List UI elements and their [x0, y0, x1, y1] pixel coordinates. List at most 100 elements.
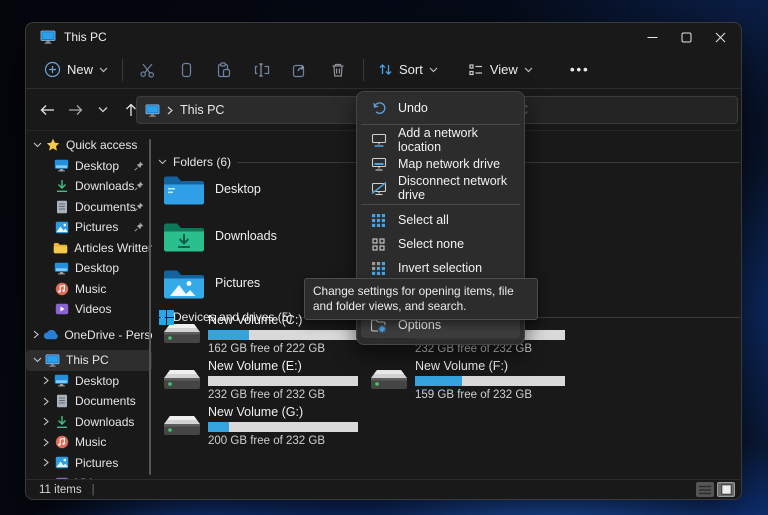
music-icon	[53, 281, 70, 297]
titlebar[interactable]: This PC	[26, 23, 741, 51]
sidebar-item-pictures[interactable]: Pictures	[26, 217, 152, 238]
sidebar-item-pc-music[interactable]: Music	[26, 432, 152, 453]
this-pc-icon	[145, 104, 160, 117]
sidebar-item-pc-pictures[interactable]: Pictures	[26, 453, 152, 474]
menu-item-undo[interactable]: Undo	[361, 96, 520, 120]
plus-circle-icon	[44, 61, 61, 78]
folder-tile-downloads[interactable]: Downloads	[161, 218, 351, 262]
maximize-button[interactable]	[669, 23, 703, 51]
window-title: This PC	[64, 30, 107, 44]
download-icon	[53, 414, 70, 430]
drive-icon	[368, 363, 410, 397]
rename-icon	[253, 61, 271, 79]
menu-item-disconnect-network-drive[interactable]: Disconnect network drive	[361, 176, 520, 200]
desktop-folder-icon	[161, 171, 207, 209]
network-disconnect-icon	[370, 181, 387, 196]
new-button-label: New	[67, 62, 93, 77]
back-button[interactable]	[34, 97, 60, 123]
details-view-button[interactable]	[696, 482, 714, 497]
star-icon	[44, 137, 61, 153]
downloads-folder-icon	[161, 218, 207, 256]
large-icons-view-button[interactable]	[717, 482, 735, 497]
drive-tile-g[interactable]: New Volume (G:) 200 GB free of 232 GB	[161, 405, 361, 449]
pin-icon	[134, 161, 144, 171]
rename-button[interactable]	[245, 55, 279, 85]
folder-tile-desktop[interactable]: Desktop	[161, 171, 351, 215]
menu-item-invert-selection[interactable]: Invert selection	[361, 256, 520, 280]
forward-button[interactable]	[62, 97, 88, 123]
command-bar: New Sort View •••	[26, 51, 741, 89]
drive-icon	[161, 409, 203, 443]
chevron-right-icon	[39, 458, 53, 467]
new-button[interactable]: New	[36, 55, 116, 85]
desktop-icon	[53, 260, 70, 276]
sort-button-label: Sort	[399, 62, 423, 77]
invert-selection-icon	[370, 261, 387, 276]
capacity-bar	[208, 422, 358, 432]
menu-item-map-network-drive[interactable]: Map network drive	[361, 152, 520, 176]
share-icon	[291, 61, 309, 79]
status-bar: 11 items |	[26, 479, 741, 499]
copy-icon	[177, 61, 195, 79]
chevron-right-icon	[39, 376, 53, 385]
chevron-right-icon	[30, 330, 42, 339]
sort-button[interactable]: Sort	[370, 55, 446, 85]
menu-separator	[357, 120, 524, 128]
folder-icon	[52, 240, 69, 256]
sidebar-item-desktop-2[interactable]: Desktop	[26, 258, 152, 279]
toolbar-separator	[363, 59, 364, 81]
sidebar-scrollbar[interactable]	[149, 139, 151, 475]
menu-separator	[357, 200, 524, 208]
minimize-button[interactable]	[635, 23, 669, 51]
sidebar-item-music[interactable]: Music	[26, 279, 152, 300]
copy-button[interactable]	[169, 55, 203, 85]
menu-item-select-all[interactable]: Select all	[361, 208, 520, 232]
sidebar-item-pc-desktop[interactable]: Desktop	[26, 371, 152, 392]
close-button[interactable]	[703, 23, 737, 51]
item-count: 11 items	[39, 484, 82, 496]
navigation-pane: Quick access Desktop Downloads Documents…	[26, 135, 152, 479]
chevron-down-icon	[99, 67, 108, 73]
delete-button[interactable]	[321, 55, 355, 85]
sidebar-item-videos[interactable]: Videos	[26, 299, 152, 320]
sidebar-item-downloads[interactable]: Downloads	[26, 176, 152, 197]
drive-tile-f[interactable]: New Volume (F:) 159 GB free of 232 GB	[368, 359, 568, 403]
menu-item-add-network-location[interactable]: Add a network location	[361, 128, 520, 152]
sidebar-item-pc-documents[interactable]: Documents	[26, 391, 152, 412]
sidebar-item-this-pc[interactable]: This PC	[26, 350, 152, 371]
windows-logo-icon	[159, 310, 174, 325]
menu-item-select-none[interactable]: Select none	[361, 232, 520, 256]
sidebar-item-onedrive[interactable]: OneDrive - Person	[26, 325, 152, 346]
recent-locations-button[interactable]	[90, 97, 116, 123]
ellipsis-icon: •••	[570, 62, 590, 77]
chevron-down-icon	[429, 67, 438, 73]
sidebar-item-documents[interactable]: Documents	[26, 197, 152, 218]
status-divider: |	[92, 484, 95, 496]
network-add-icon	[370, 133, 387, 148]
chevron-right-icon	[39, 438, 53, 447]
drive-tile-e[interactable]: New Volume (E:) 232 GB free of 232 GB	[161, 359, 361, 403]
scissors-icon	[139, 61, 157, 79]
share-button[interactable]	[283, 55, 317, 85]
document-icon	[53, 199, 70, 215]
picture-icon	[53, 455, 70, 471]
document-icon	[53, 393, 70, 409]
file-explorer-window: This PC New Sort View •••	[25, 22, 742, 500]
clipboard-icon	[215, 61, 233, 79]
view-button[interactable]: View	[460, 55, 541, 85]
pin-icon	[134, 181, 144, 191]
cloud-icon	[42, 327, 59, 343]
view-button-label: View	[490, 62, 518, 77]
this-pc-icon	[44, 352, 61, 368]
sidebar-item-pc-downloads[interactable]: Downloads	[26, 412, 152, 433]
download-icon	[53, 178, 70, 194]
sidebar-item-articles-written[interactable]: Articles Written	[26, 238, 152, 259]
pictures-folder-icon	[161, 265, 207, 303]
toolbar-separator	[122, 59, 123, 81]
sidebar-item-desktop[interactable]: Desktop	[26, 156, 152, 177]
cut-button[interactable]	[131, 55, 165, 85]
see-more-button[interactable]: •••	[563, 55, 597, 85]
desktop-icon	[53, 373, 70, 389]
paste-button[interactable]	[207, 55, 241, 85]
sidebar-item-quick-access[interactable]: Quick access	[26, 135, 152, 156]
